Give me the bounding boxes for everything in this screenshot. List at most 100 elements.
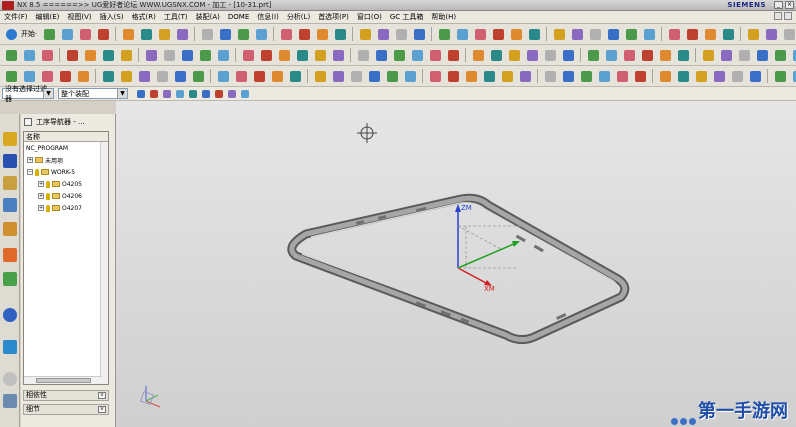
tb3-tool-icon-9[interactable] bbox=[172, 68, 188, 84]
selection-tool-icon-6[interactable] bbox=[213, 88, 224, 99]
menu-item-12[interactable]: GC 工具箱 bbox=[386, 11, 428, 23]
assembly-navigator-icon[interactable] bbox=[3, 132, 17, 146]
menu-item-7[interactable]: DOME bbox=[224, 11, 253, 23]
tb1-tool-icon-10[interactable] bbox=[235, 26, 251, 42]
tb2-tool-icon-27[interactable] bbox=[524, 47, 540, 63]
tb2-tool-icon-2[interactable] bbox=[39, 47, 55, 63]
tb3-tool-icon-34[interactable] bbox=[657, 68, 673, 84]
tree-row-nc-program[interactable]: NC_PROGRAM bbox=[24, 142, 108, 154]
tb2-tool-icon-5[interactable] bbox=[100, 47, 116, 63]
tb3-tool-icon-27[interactable] bbox=[517, 68, 533, 84]
tb1-tool-icon-37[interactable] bbox=[763, 26, 779, 42]
tb1-tool-icon-35[interactable] bbox=[720, 26, 736, 42]
model-viewport[interactable]: ZM XM bbox=[116, 101, 796, 427]
scope-select[interactable]: 整个装配 ▼ bbox=[58, 88, 128, 99]
hd3d-tools-icon[interactable] bbox=[3, 222, 17, 236]
roles-icon[interactable] bbox=[3, 340, 17, 354]
menu-item-0[interactable]: 文件(F) bbox=[0, 11, 32, 23]
expand-icon[interactable]: + bbox=[38, 205, 44, 211]
tb2-tool-icon-24[interactable] bbox=[470, 47, 486, 63]
tb2-tool-icon-31[interactable] bbox=[603, 47, 619, 63]
system-materials-icon[interactable] bbox=[3, 372, 17, 386]
tb1-tool-icon-1[interactable] bbox=[59, 26, 75, 42]
tb1-tool-icon-18[interactable] bbox=[393, 26, 409, 42]
tb1-tool-icon-2[interactable] bbox=[77, 26, 93, 42]
tb1-tool-icon-30[interactable] bbox=[623, 26, 639, 42]
tb1-tool-icon-24[interactable] bbox=[508, 26, 524, 42]
tb1-tool-icon-32[interactable] bbox=[666, 26, 682, 42]
tb1-tool-icon-26[interactable] bbox=[551, 26, 567, 42]
type-filter-select[interactable]: 没有选择过滤器 ▼ bbox=[2, 85, 54, 103]
tb3-tool-icon-28[interactable] bbox=[542, 68, 558, 84]
tb1-tool-icon-23[interactable] bbox=[490, 26, 506, 42]
close-doc-icon[interactable] bbox=[784, 12, 792, 20]
tb2-tool-icon-20[interactable] bbox=[391, 47, 407, 63]
tb1-tool-icon-38[interactable] bbox=[781, 26, 796, 42]
menu-item-6[interactable]: 装配(A) bbox=[192, 11, 224, 23]
tb2-tool-icon-8[interactable] bbox=[161, 47, 177, 63]
tb2-tool-icon-36[interactable] bbox=[700, 47, 716, 63]
tb2-tool-icon-33[interactable] bbox=[639, 47, 655, 63]
tb1-tool-icon-6[interactable] bbox=[156, 26, 172, 42]
web-browser-icon[interactable] bbox=[3, 248, 17, 262]
tb3-tool-icon-19[interactable] bbox=[366, 68, 382, 84]
tb2-tool-icon-40[interactable] bbox=[772, 47, 788, 63]
tb1-tool-icon-13[interactable] bbox=[296, 26, 312, 42]
tb3-tool-icon-8[interactable] bbox=[154, 68, 170, 84]
tb2-tool-icon-7[interactable] bbox=[143, 47, 159, 63]
tb3-tool-icon-11[interactable] bbox=[215, 68, 231, 84]
menu-item-2[interactable]: 视图(V) bbox=[63, 11, 95, 23]
tb2-tool-icon-19[interactable] bbox=[373, 47, 389, 63]
tb1-tool-icon-4[interactable] bbox=[120, 26, 136, 42]
tb1-tool-icon-34[interactable] bbox=[702, 26, 718, 42]
tb1-tool-icon-9[interactable] bbox=[217, 26, 233, 42]
tb2-tool-icon-37[interactable] bbox=[718, 47, 734, 63]
tb3-tool-icon-29[interactable] bbox=[560, 68, 576, 84]
tb3-tool-icon-0[interactable] bbox=[3, 68, 19, 84]
selection-tool-icon-8[interactable] bbox=[239, 88, 250, 99]
tree-row-unused[interactable]: + 未用项 bbox=[24, 154, 108, 166]
tb3-tool-icon-3[interactable] bbox=[57, 68, 73, 84]
tb2-tool-icon-39[interactable] bbox=[754, 47, 770, 63]
tb3-tool-icon-41[interactable] bbox=[790, 68, 796, 84]
tb3-tool-icon-40[interactable] bbox=[772, 68, 788, 84]
tb1-tool-icon-7[interactable] bbox=[174, 26, 190, 42]
tb1-tool-icon-25[interactable] bbox=[526, 26, 542, 42]
tb1-tool-icon-19[interactable] bbox=[411, 26, 427, 42]
tb2-tool-icon-41[interactable] bbox=[790, 47, 796, 63]
tb3-tool-icon-5[interactable] bbox=[100, 68, 116, 84]
menu-item-5[interactable]: 工具(T) bbox=[160, 11, 192, 23]
tb1-tool-icon-15[interactable] bbox=[332, 26, 348, 42]
collapse-icon[interactable]: − bbox=[27, 169, 33, 175]
tb3-tool-icon-23[interactable] bbox=[445, 68, 461, 84]
start-icon[interactable] bbox=[3, 26, 19, 42]
tb3-tool-icon-24[interactable] bbox=[463, 68, 479, 84]
tb3-tool-icon-7[interactable] bbox=[136, 68, 152, 84]
tb2-tool-icon-38[interactable] bbox=[736, 47, 752, 63]
menu-item-4[interactable]: 格式(R) bbox=[128, 11, 160, 23]
tb3-tool-icon-25[interactable] bbox=[481, 68, 497, 84]
menu-item-13[interactable]: 帮助(H) bbox=[427, 11, 460, 23]
history-icon[interactable] bbox=[3, 272, 17, 286]
selection-tool-icon-1[interactable] bbox=[148, 88, 159, 99]
tb2-tool-icon-32[interactable] bbox=[621, 47, 637, 63]
tb2-tool-icon-13[interactable] bbox=[258, 47, 274, 63]
tb3-tool-icon-35[interactable] bbox=[675, 68, 691, 84]
tb2-tool-icon-21[interactable] bbox=[409, 47, 425, 63]
expand-icon[interactable]: + bbox=[38, 181, 44, 187]
tb3-tool-icon-14[interactable] bbox=[269, 68, 285, 84]
tb3-tool-icon-16[interactable] bbox=[312, 68, 328, 84]
tb1-tool-icon-28[interactable] bbox=[587, 26, 603, 42]
selection-tool-icon-2[interactable] bbox=[161, 88, 172, 99]
menu-item-11[interactable]: 窗口(O) bbox=[353, 11, 386, 23]
column-header-name[interactable]: 名称 bbox=[24, 132, 108, 142]
tb3-tool-icon-12[interactable] bbox=[233, 68, 249, 84]
tb2-tool-icon-28[interactable] bbox=[542, 47, 558, 63]
tb1-tool-icon-27[interactable] bbox=[569, 26, 585, 42]
reuse-library-icon[interactable] bbox=[3, 198, 17, 212]
tb3-tool-icon-30[interactable] bbox=[578, 68, 594, 84]
selection-tool-icon-5[interactable] bbox=[200, 88, 211, 99]
tb2-tool-icon-17[interactable] bbox=[330, 47, 346, 63]
expand-icon[interactable]: + bbox=[38, 193, 44, 199]
tb1-tool-icon-3[interactable] bbox=[95, 26, 111, 42]
